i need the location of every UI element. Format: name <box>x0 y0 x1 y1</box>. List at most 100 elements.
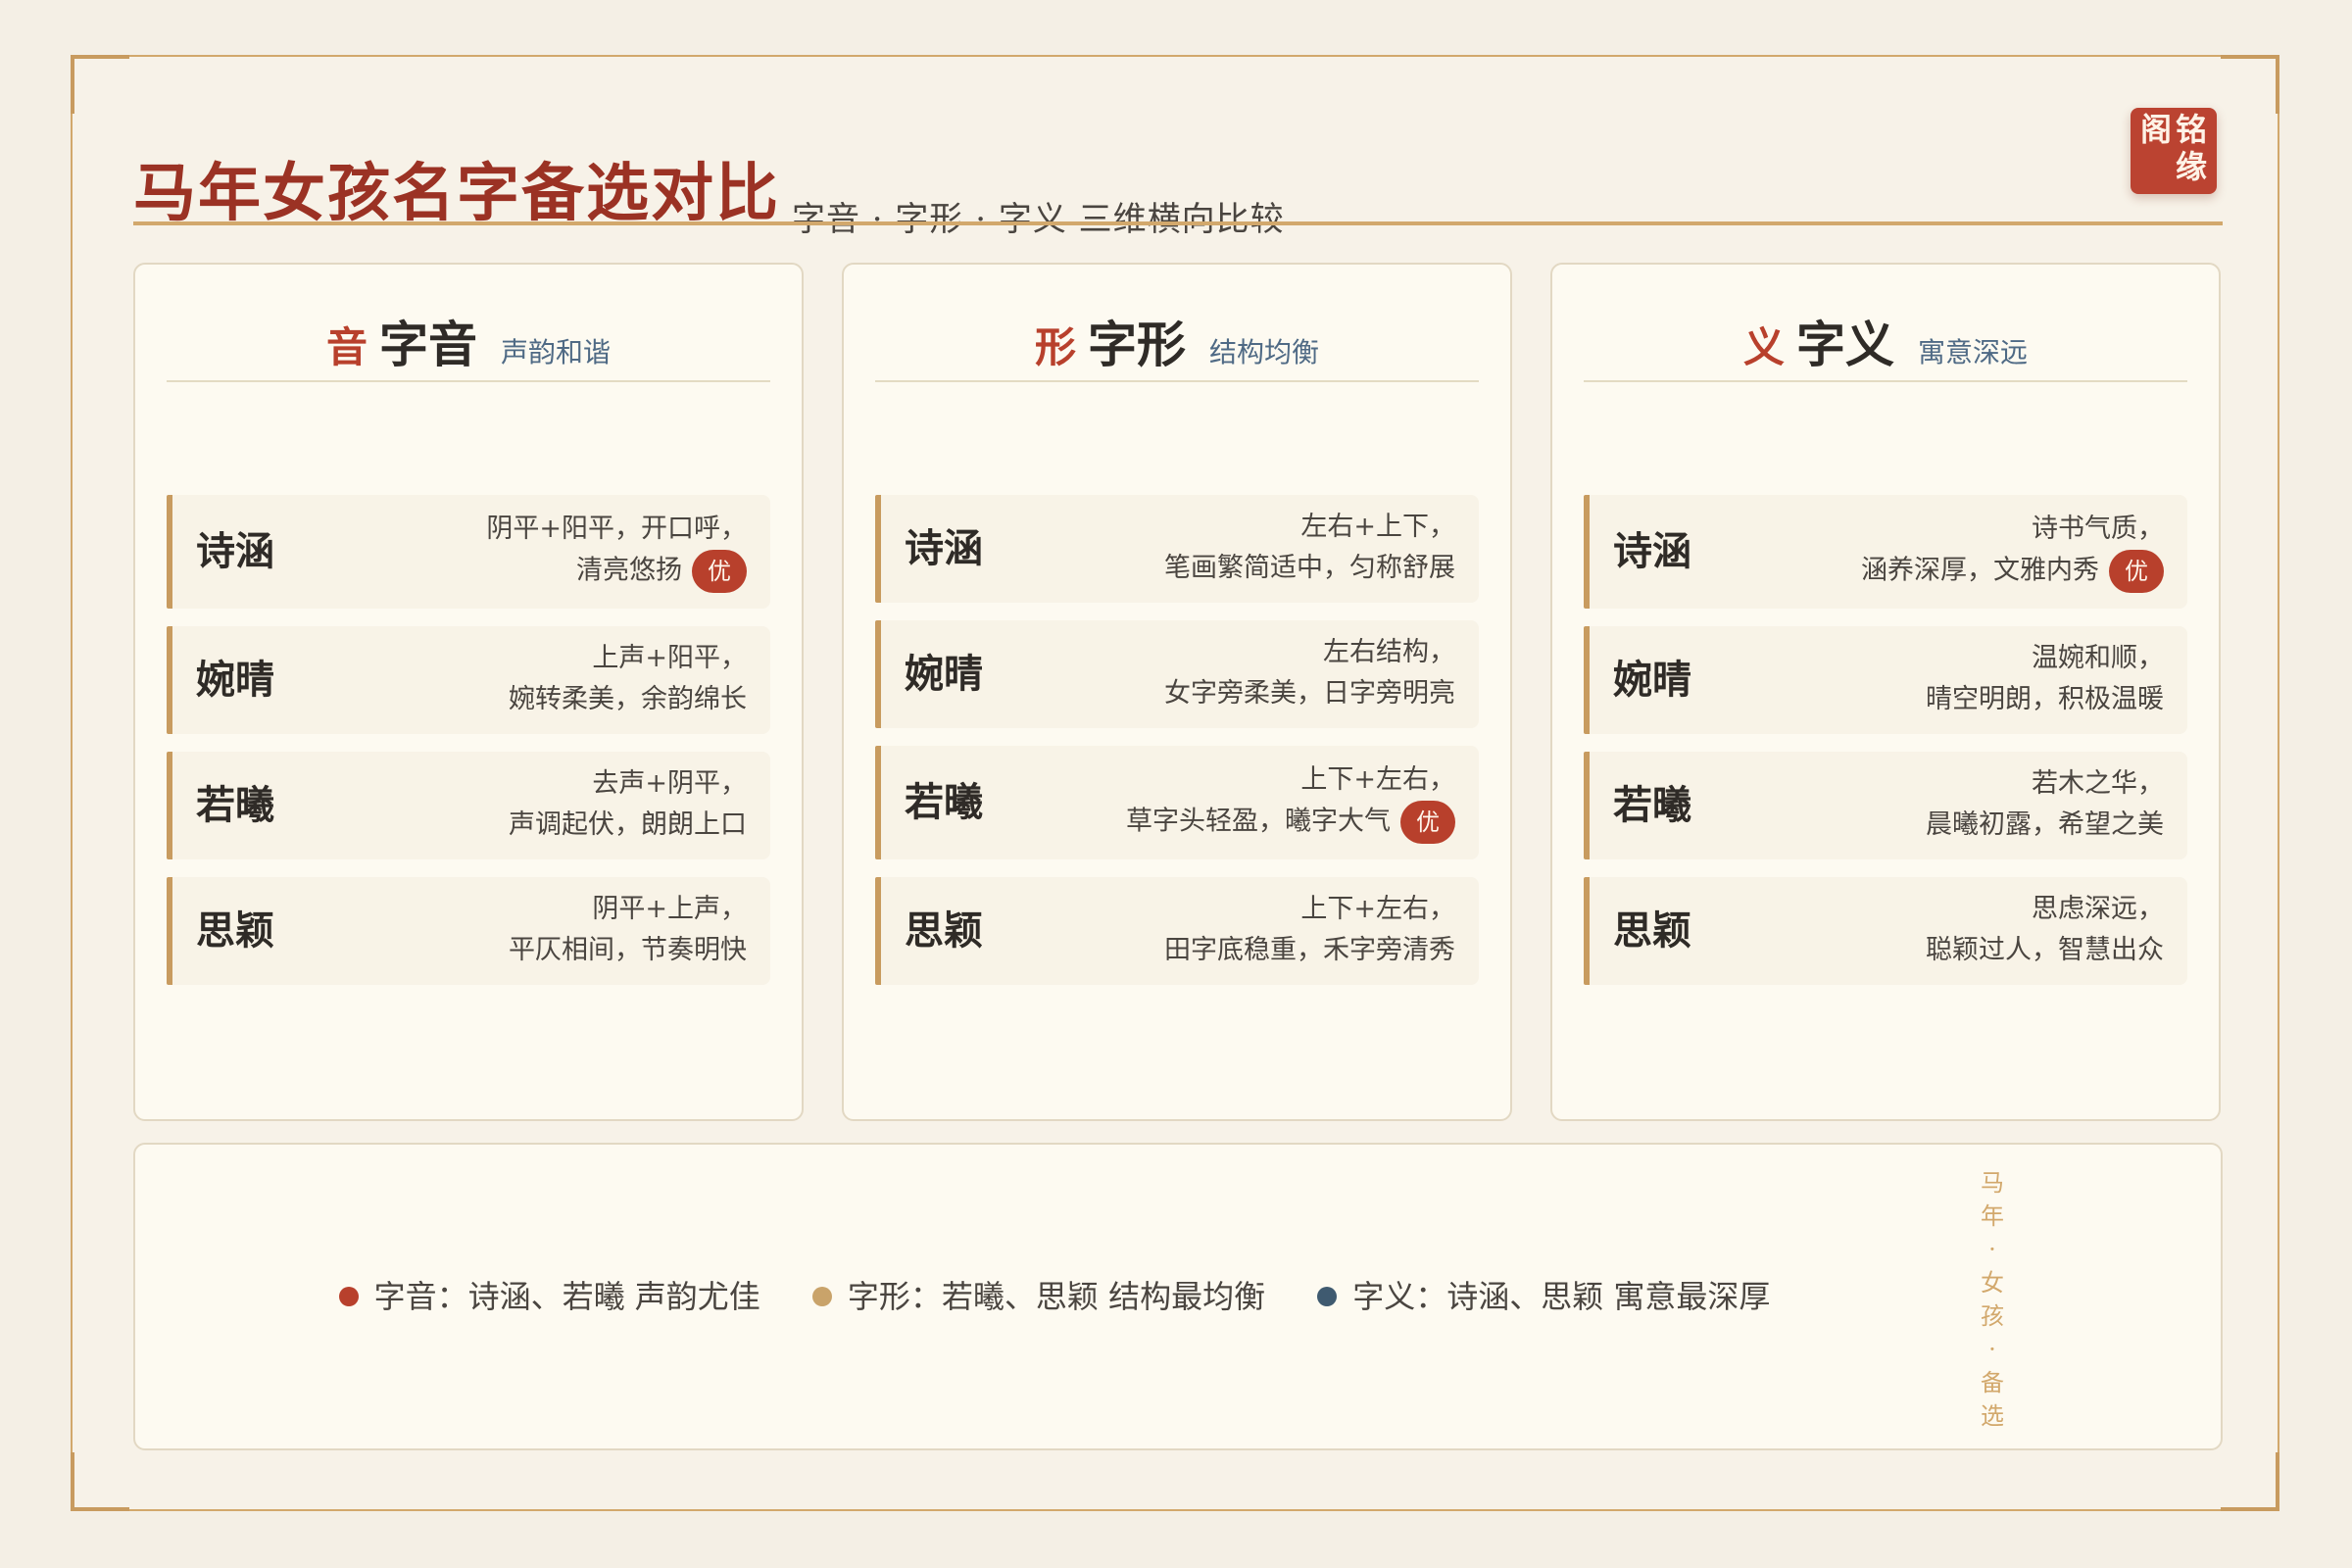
summary-item-form: 字形：若曦、思颖 结构最均衡 <box>811 1272 1266 1317</box>
vertical-char: · <box>1988 1236 1996 1263</box>
panel-icon-char: 义 <box>1742 323 1785 371</box>
seal-stamp: 铭 缘 阁 <box>2131 108 2217 194</box>
desc-line: 诗书气质， <box>2032 514 2164 544</box>
desc-line: 女字旁柔美，日字旁明亮 <box>1164 678 1455 709</box>
name-list: 诗涵 左右+上下， 笔画繁简适中，匀称舒展 婉晴 左右结构， 女字旁柔美，日字旁… <box>875 495 1479 1003</box>
panel-icon-char: 形 <box>1034 323 1076 371</box>
panel-meaning: 义字义 寓意深远 诗涵 诗书气质， 涵养深厚，文雅内秀优 婉晴 温婉和顺， 晴空明… <box>1550 263 2221 1121</box>
name-description: 诗书气质， 涵养深厚，文雅内秀优 <box>1861 509 2164 593</box>
vertical-char: 年 <box>1981 1202 2004 1230</box>
panel-icon-char: 音 <box>325 323 368 371</box>
name-description: 温婉和顺， 晴空明朗，积极温暖 <box>1926 638 2164 720</box>
header: 马年女孩名字备选对比 字音 · 字形 · 字义 三维横向比较 <box>133 106 2223 240</box>
name-description: 去声+阴平， 声调起伏，朗朗上口 <box>509 763 747 846</box>
name-row: 婉晴 左右结构， 女字旁柔美，日字旁明亮 <box>875 620 1479 728</box>
panel-header: 音字音 声韵和谐 <box>167 265 770 382</box>
seal-char: 缘 <box>2176 148 2208 185</box>
summary-item-sound: 字音：诗涵、若曦 声韵尤佳 <box>338 1272 760 1317</box>
best-badge: 优 <box>2109 550 2164 593</box>
name-list: 诗涵 诗书气质， 涵养深厚，文雅内秀优 婉晴 温婉和顺， 晴空明朗，积极温暖 若… <box>1584 495 2187 1003</box>
desc-line: 阴平+阳平，开口呼， <box>486 514 747 544</box>
desc-line: 上下+左右， <box>1300 894 1455 924</box>
summary-item-meaning: 字义：诗涵、思颖 寓意最深厚 <box>1317 1272 1770 1317</box>
panel-header: 义字义 寓意深远 <box>1584 265 2187 382</box>
desc-line: 草字头轻盈，曦字大气 <box>1126 806 1391 837</box>
name-label: 思颖 <box>196 907 274 954</box>
name-label: 婉晴 <box>905 651 983 697</box>
dot-icon <box>811 1286 832 1306</box>
name-list: 诗涵 阴平+阳平，开口呼， 清亮悠扬优 婉晴 上声+阳平， 婉转柔美，余韵绵长 … <box>167 495 770 1003</box>
summary-text: 字义：诗涵、思颖 寓意最深厚 <box>1352 1278 1771 1315</box>
name-description: 上声+阳平， 婉转柔美，余韵绵长 <box>509 638 747 720</box>
desc-line: 声调起伏，朗朗上口 <box>509 809 747 840</box>
panel-form: 形字形 结构均衡 诗涵 左右+上下， 笔画繁简适中，匀称舒展 婉晴 左右结构， 女… <box>842 263 1512 1121</box>
name-row: 诗涵 阴平+阳平，开口呼， 清亮悠扬优 <box>167 495 770 609</box>
panel-sound: 音字音 声韵和谐 诗涵 阴平+阳平，开口呼， 清亮悠扬优 婉晴 上声+阳平， 婉转… <box>133 263 804 1121</box>
name-description: 阴平+上声， 平仄相间，节奏明快 <box>509 889 747 971</box>
desc-line: 聪颖过人，智慧出众 <box>1926 935 2164 965</box>
desc-line: 涵养深厚，文雅内秀 <box>1861 555 2099 586</box>
best-badge: 优 <box>1400 801 1455 844</box>
panel-note: 声韵和谐 <box>501 336 612 368</box>
summary-legend: 字音：诗涵、若曦 声韵尤佳 字形：若曦、思颖 结构最均衡 字义：诗涵、思颖 寓意… <box>135 1272 1974 1317</box>
name-row: 婉晴 温婉和顺， 晴空明朗，积极温暖 <box>1584 626 2187 734</box>
desc-line: 清亮悠扬 <box>576 555 682 586</box>
summary-panel: 字音：诗涵、若曦 声韵尤佳 字形：若曦、思颖 结构最均衡 字义：诗涵、思颖 寓意… <box>133 1143 2223 1450</box>
corner-ornament <box>2221 1452 2279 1511</box>
name-row: 若曦 去声+阴平， 声调起伏，朗朗上口 <box>167 752 770 859</box>
name-description: 上下+左右， 田字底稳重，禾字旁清秀 <box>1164 889 1455 971</box>
name-label: 婉晴 <box>196 657 274 703</box>
panel-title: 字音 <box>379 316 477 373</box>
corner-ornament <box>71 1452 129 1511</box>
name-row: 诗涵 诗书气质， 涵养深厚，文雅内秀优 <box>1584 495 2187 609</box>
name-row: 思颖 阴平+上声， 平仄相间，节奏明快 <box>167 877 770 985</box>
panel-header: 形字形 结构均衡 <box>875 265 1479 382</box>
page-frame: 马年女孩名字备选对比 字音 · 字形 · 字义 三维横向比较 铭 缘 阁 音字音… <box>71 55 2279 1511</box>
name-label: 若曦 <box>905 779 983 825</box>
name-row: 若曦 上下+左右， 草字头轻盈，曦字大气优 <box>875 746 1479 859</box>
desc-line: 婉转柔美，余韵绵长 <box>509 684 747 714</box>
panel-note: 结构均衡 <box>1209 336 1320 368</box>
name-description: 左右结构， 女字旁柔美，日字旁明亮 <box>1164 632 1455 714</box>
dot-icon <box>1317 1286 1338 1306</box>
name-description: 左右+上下， 笔画繁简适中，匀称舒展 <box>1164 507 1455 589</box>
panel-title: 字义 <box>1796 316 1894 373</box>
desc-line: 左右结构， <box>1323 637 1455 667</box>
desc-line: 晴空明朗，积极温暖 <box>1926 684 2164 714</box>
corner-ornament <box>2221 55 2279 114</box>
name-row: 思颖 上下+左右， 田字底稳重，禾字旁清秀 <box>875 877 1479 985</box>
desc-line: 温婉和顺， <box>2032 643 2164 673</box>
name-row: 思颖 思虑深远， 聪颖过人，智慧出众 <box>1584 877 2187 985</box>
name-label: 诗涵 <box>1613 528 1691 574</box>
vertical-char: 女 <box>1981 1269 2004 1297</box>
desc-line: 平仄相间，节奏明快 <box>509 935 747 965</box>
summary-text: 字音：诗涵、若曦 声韵尤佳 <box>373 1278 760 1315</box>
vertical-char: 马 <box>1981 1169 2004 1197</box>
name-label: 思颖 <box>1613 907 1691 954</box>
vertical-char: 选 <box>1981 1402 2004 1430</box>
desc-line: 去声+阴平， <box>592 768 747 799</box>
best-badge: 优 <box>692 550 747 593</box>
name-row: 若曦 若木之华， 晨曦初露，希望之美 <box>1584 752 2187 859</box>
desc-line: 若木之华， <box>2032 768 2164 799</box>
vertical-char: 备 <box>1981 1369 2004 1396</box>
name-label: 若曦 <box>196 782 274 828</box>
name-description: 阴平+阳平，开口呼， 清亮悠扬优 <box>486 509 747 593</box>
desc-line: 上声+阳平， <box>592 643 747 673</box>
name-label: 婉晴 <box>1613 657 1691 703</box>
desc-line: 田字底稳重，禾字旁清秀 <box>1164 935 1455 965</box>
name-label: 诗涵 <box>905 525 983 571</box>
name-description: 上下+左右， 草字头轻盈，曦字大气优 <box>1126 760 1455 844</box>
name-row: 婉晴 上声+阳平， 婉转柔美，余韵绵长 <box>167 626 770 734</box>
desc-line: 笔画繁简适中，匀称舒展 <box>1164 553 1455 583</box>
page-title: 马年女孩名字备选对比 <box>133 157 780 230</box>
summary-text: 字形：若曦、思颖 结构最均衡 <box>847 1278 1266 1315</box>
name-row: 诗涵 左右+上下， 笔画繁简适中，匀称舒展 <box>875 495 1479 603</box>
desc-line: 晨曦初露，希望之美 <box>1926 809 2164 840</box>
name-label: 若曦 <box>1613 782 1691 828</box>
seal-char: 铭 <box>2176 111 2208 148</box>
name-label: 思颖 <box>905 907 983 954</box>
desc-line: 上下+左右， <box>1300 764 1455 795</box>
name-description: 思虑深远， 聪颖过人，智慧出众 <box>1926 889 2164 971</box>
seal-char: 阁 <box>2140 111 2173 148</box>
